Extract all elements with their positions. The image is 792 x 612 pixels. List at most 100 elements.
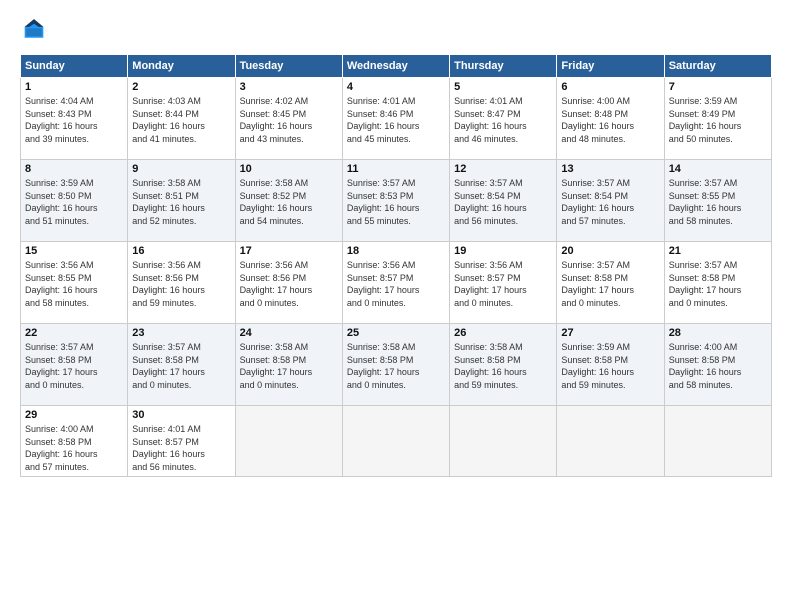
calendar-cell: 12Sunrise: 3:57 AM Sunset: 8:54 PM Dayli… — [450, 160, 557, 242]
day-info: Sunrise: 4:04 AM Sunset: 8:43 PM Dayligh… — [25, 95, 123, 145]
day-info: Sunrise: 3:57 AM Sunset: 8:53 PM Dayligh… — [347, 177, 445, 227]
calendar-cell: 15 Sunrise: 3:56 AM Sunset: 8:55 PM Dayli… — [21, 242, 128, 324]
calendar: SundayMondayTuesdayWednesdayThursdayFrid… — [20, 54, 772, 477]
calendar-cell: 24 Sunrise: 3:58 AM Sunset: 8:58 PM Dayli… — [235, 324, 342, 406]
day-number: 18 — [347, 245, 445, 257]
day-info: Sunrise: 4:00 AM Sunset: 8:58 PM Dayligh… — [669, 341, 767, 391]
day-info: Sunrise: 4:03 AM Sunset: 8:44 PM Dayligh… — [132, 95, 230, 145]
weekday-header: Saturday — [664, 55, 771, 78]
day-info: Sunrise: 3:58 AM Sunset: 8:58 PM Dayligh… — [347, 341, 445, 391]
day-info: Sunrise: 4:01 AM Sunset: 8:57 PM Dayligh… — [132, 423, 230, 473]
calendar-cell: 30 Sunrise: 4:01 AM Sunset: 8:57 PM Dayli… — [128, 406, 235, 477]
calendar-cell: 25 Sunrise: 3:58 AM Sunset: 8:58 PM Dayli… — [342, 324, 449, 406]
day-info: Sunrise: 4:01 AM Sunset: 8:46 PM Dayligh… — [347, 95, 445, 145]
calendar-cell: 1 Sunrise: 4:04 AM Sunset: 8:43 PM Daylig… — [21, 78, 128, 160]
day-info: Sunrise: 4:00 AM Sunset: 8:48 PM Dayligh… — [561, 95, 659, 145]
calendar-cell — [664, 406, 771, 477]
day-number: 14 — [669, 163, 767, 175]
day-number: 3 — [240, 81, 338, 93]
weekday-header: Tuesday — [235, 55, 342, 78]
calendar-cell: 19 Sunrise: 3:56 AM Sunset: 8:57 PM Dayli… — [450, 242, 557, 324]
day-info: Sunrise: 3:59 AM Sunset: 8:58 PM Dayligh… — [561, 341, 659, 391]
day-number: 23 — [132, 327, 230, 339]
day-number: 13 — [561, 163, 659, 175]
calendar-cell: 13 Sunrise: 3:57 AM Sunset: 8:54 PM Dayli… — [557, 160, 664, 242]
day-number: 19 — [454, 245, 552, 257]
weekday-header: Wednesday — [342, 55, 449, 78]
calendar-cell: 3 Sunrise: 4:02 AM Sunset: 8:45 PM Daylig… — [235, 78, 342, 160]
calendar-cell: 9 Sunrise: 3:58 AM Sunset: 8:51 PM Daylig… — [128, 160, 235, 242]
calendar-cell: 26 Sunrise: 3:58 AM Sunset: 8:58 PM Dayli… — [450, 324, 557, 406]
day-info: Sunrise: 3:56 AM Sunset: 8:57 PM Dayligh… — [454, 259, 552, 309]
day-number: 27 — [561, 327, 659, 339]
day-number: 4 — [347, 81, 445, 93]
day-info: Sunrise: 3:56 AM Sunset: 8:57 PM Dayligh… — [347, 259, 445, 309]
day-number: 16 — [132, 245, 230, 257]
day-number: 30 — [132, 409, 230, 421]
calendar-cell: 7 Sunrise: 3:59 AM Sunset: 8:49 PM Daylig… — [664, 78, 771, 160]
calendar-cell: 11 Sunrise: 3:57 AM Sunset: 8:53 PM Dayli… — [342, 160, 449, 242]
calendar-cell: 6 Sunrise: 4:00 AM Sunset: 8:48 PM Daylig… — [557, 78, 664, 160]
day-number: 24 — [240, 327, 338, 339]
day-number: 11 — [347, 163, 445, 175]
day-number: 25 — [347, 327, 445, 339]
day-info: Sunrise: 4:02 AM Sunset: 8:45 PM Dayligh… — [240, 95, 338, 145]
calendar-cell: 20 Sunrise: 3:57 AM Sunset: 8:58 PM Dayli… — [557, 242, 664, 324]
day-number: 20 — [561, 245, 659, 257]
calendar-cell — [450, 406, 557, 477]
weekday-header: Monday — [128, 55, 235, 78]
day-number: 10 — [240, 163, 338, 175]
day-number: 26 — [454, 327, 552, 339]
calendar-cell: 14 Sunrise: 3:57 AM Sunset: 8:55 PM Dayli… — [664, 160, 771, 242]
day-info: Sunrise: 3:59 AM Sunset: 8:50 PM Dayligh… — [25, 177, 123, 227]
day-info: Sunrise: 3:58 AM Sunset: 8:51 PM Dayligh… — [132, 177, 230, 227]
day-number: 17 — [240, 245, 338, 257]
day-info: Sunrise: 3:56 AM Sunset: 8:55 PM Dayligh… — [25, 259, 123, 309]
day-info: Sunrise: 3:57 AM Sunset: 8:54 PM Dayligh… — [561, 177, 659, 227]
calendar-cell — [342, 406, 449, 477]
day-number: 29 — [25, 409, 123, 421]
day-info: Sunrise: 3:57 AM Sunset: 8:55 PM Dayligh… — [669, 177, 767, 227]
day-number: 8 — [25, 163, 123, 175]
calendar-cell: 2 Sunrise: 4:03 AM Sunset: 8:44 PM Daylig… — [128, 78, 235, 160]
day-number: 21 — [669, 245, 767, 257]
weekday-header: Thursday — [450, 55, 557, 78]
day-number: 6 — [561, 81, 659, 93]
day-info: Sunrise: 3:58 AM Sunset: 8:58 PM Dayligh… — [240, 341, 338, 391]
day-number: 15 — [25, 245, 123, 257]
calendar-cell: 22 Sunrise: 3:57 AM Sunset: 8:58 PM Dayli… — [21, 324, 128, 406]
calendar-cell: 10 Sunrise: 3:58 AM Sunset: 8:52 PM Dayli… — [235, 160, 342, 242]
calendar-cell: 4 Sunrise: 4:01 AM Sunset: 8:46 PM Daylig… — [342, 78, 449, 160]
day-info: Sunrise: 3:59 AM Sunset: 8:49 PM Dayligh… — [669, 95, 767, 145]
calendar-cell: 23 Sunrise: 3:57 AM Sunset: 8:58 PM Dayli… — [128, 324, 235, 406]
day-number: 1 — [25, 81, 123, 93]
day-number: 5 — [454, 81, 552, 93]
calendar-cell: 27 Sunrise: 3:59 AM Sunset: 8:58 PM Dayli… — [557, 324, 664, 406]
calendar-cell — [235, 406, 342, 477]
day-number: 22 — [25, 327, 123, 339]
calendar-cell: 5 Sunrise: 4:01 AM Sunset: 8:47 PM Daylig… — [450, 78, 557, 160]
calendar-cell: 29Sunrise: 4:00 AM Sunset: 8:58 PM Dayli… — [21, 406, 128, 477]
calendar-cell: 21Sunrise: 3:57 AM Sunset: 8:58 PM Dayli… — [664, 242, 771, 324]
calendar-cell: 16 Sunrise: 3:56 AM Sunset: 8:56 PM Dayli… — [128, 242, 235, 324]
day-number: 7 — [669, 81, 767, 93]
day-number: 2 — [132, 81, 230, 93]
calendar-cell: 8 Sunrise: 3:59 AM Sunset: 8:50 PM Daylig… — [21, 160, 128, 242]
day-info: Sunrise: 3:57 AM Sunset: 8:58 PM Dayligh… — [561, 259, 659, 309]
day-info: Sunrise: 3:57 AM Sunset: 8:58 PM Dayligh… — [25, 341, 123, 391]
calendar-cell: 28 Sunrise: 4:00 AM Sunset: 8:58 PM Dayli… — [664, 324, 771, 406]
calendar-cell: 17 Sunrise: 3:56 AM Sunset: 8:56 PM Dayli… — [235, 242, 342, 324]
day-info: Sunrise: 3:57 AM Sunset: 8:58 PM Dayligh… — [132, 341, 230, 391]
weekday-header: Friday — [557, 55, 664, 78]
day-info: Sunrise: 3:56 AM Sunset: 8:56 PM Dayligh… — [240, 259, 338, 309]
calendar-cell — [557, 406, 664, 477]
calendar-cell: 18 Sunrise: 3:56 AM Sunset: 8:57 PM Dayli… — [342, 242, 449, 324]
day-number: 28 — [669, 327, 767, 339]
day-number: 9 — [132, 163, 230, 175]
day-info: Sunrise: 4:01 AM Sunset: 8:47 PM Dayligh… — [454, 95, 552, 145]
day-info: Sunrise: 3:56 AM Sunset: 8:56 PM Dayligh… — [132, 259, 230, 309]
day-info: Sunrise: 3:58 AM Sunset: 8:58 PM Dayligh… — [454, 341, 552, 391]
weekday-header: Sunday — [21, 55, 128, 78]
day-info: Sunrise: 3:57 AM Sunset: 8:54 PM Dayligh… — [454, 177, 552, 227]
day-info: Sunrise: 3:58 AM Sunset: 8:52 PM Dayligh… — [240, 177, 338, 227]
